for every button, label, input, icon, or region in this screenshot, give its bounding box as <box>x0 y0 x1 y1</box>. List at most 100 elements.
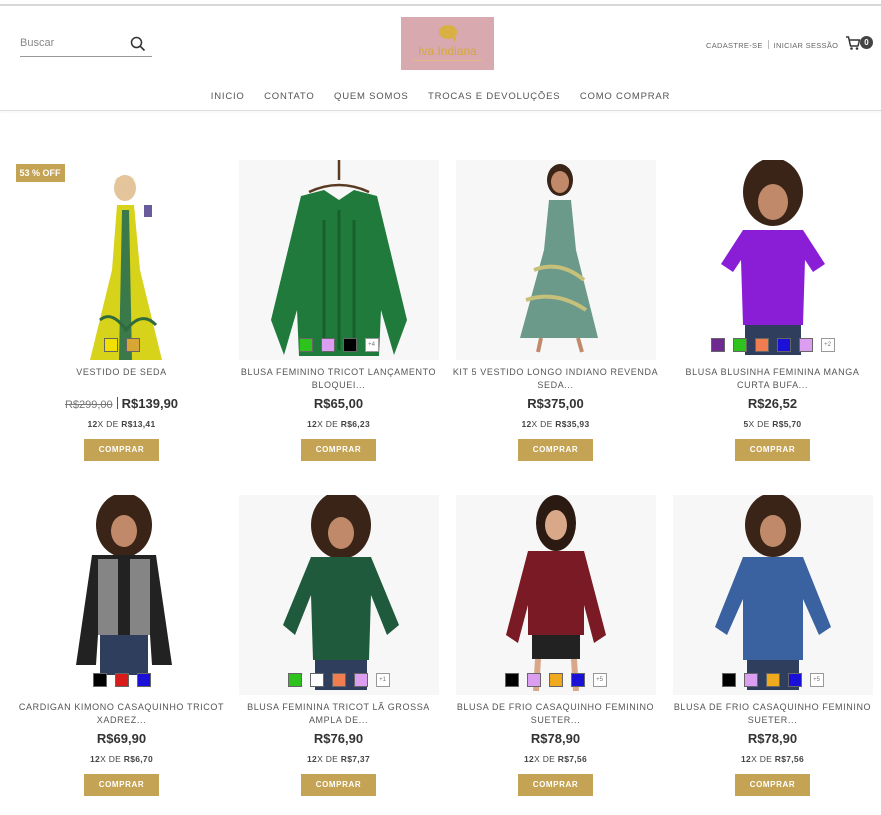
swatch-white[interactable] <box>309 673 324 687</box>
nav-item-quem-somos[interactable]: QUEM SOMOS <box>334 91 409 102</box>
installment-value: R$35,93 <box>555 419 590 429</box>
color-swatches: +4 <box>239 338 439 352</box>
swatch-orange[interactable] <box>548 673 563 687</box>
product-card[interactable]: 53 % OFF VESTIDO DE SEDA R$299,00 R$139,9… <box>13 160 230 461</box>
swatch-yellow[interactable] <box>103 338 118 352</box>
swatch-black[interactable] <box>342 338 357 352</box>
product-image[interactable]: +5 <box>672 495 873 695</box>
product-card[interactable]: +4 BLUSA FEMININO TRICOT LANÇAMENTO BLOQ… <box>230 160 447 461</box>
product-name[interactable]: BLUSA DE FRIO CASAQUINHO FEMININO SUETER… <box>447 701 664 729</box>
nav-item-contato[interactable]: CONTATO <box>264 91 314 102</box>
product-card[interactable]: +5 BLUSA DE FRIO CASAQUINHO FEMININO SUE… <box>664 495 881 796</box>
product-name[interactable]: KIT 5 VESTIDO LONGO INDIANO REVENDA SEDA… <box>447 366 664 394</box>
installments: 12X DE R$6,70 <box>13 754 230 764</box>
installment-count: 12 <box>90 754 101 764</box>
cart-button[interactable]: 0 <box>845 35 875 53</box>
swatch-blue[interactable] <box>776 338 791 352</box>
product-image[interactable]: 53 % OFF <box>15 160 222 360</box>
swatch-lilac[interactable] <box>798 338 813 352</box>
product-photo <box>714 495 831 690</box>
product-photo <box>89 175 162 360</box>
product-card[interactable]: +2 BLUSA BLUSINHA FEMININA MANGA CURTA B… <box>664 160 881 461</box>
product-image[interactable]: +5 <box>455 495 656 695</box>
search-icon[interactable] <box>130 36 146 52</box>
swatch-blue[interactable] <box>787 673 802 687</box>
more-colors[interactable]: +2 <box>820 338 835 352</box>
installment-x: X DE <box>97 419 122 429</box>
search-input[interactable] <box>20 33 120 53</box>
product-photo <box>75 495 172 675</box>
nav-item-inicio[interactable]: INICIO <box>211 91 245 102</box>
buy-button[interactable]: COMPRAR <box>84 439 159 461</box>
product-image[interactable]: +1 <box>238 495 439 695</box>
product-image[interactable]: +4 <box>238 160 439 360</box>
buy-button[interactable]: COMPRAR <box>518 774 593 796</box>
buy-button[interactable]: COMPRAR <box>518 439 593 461</box>
installments: 12X DE R$6,23 <box>230 419 447 429</box>
nav-item-como-comprar[interactable]: COMO COMPRAR <box>580 91 670 102</box>
current-price: R$78,90 <box>747 731 798 746</box>
installment-value: R$6,70 <box>123 754 153 764</box>
color-swatches: +5 <box>673 673 873 687</box>
product-image[interactable] <box>455 160 656 360</box>
buy-button[interactable]: COMPRAR <box>735 439 810 461</box>
swatch-black[interactable] <box>92 673 107 687</box>
more-colors[interactable]: +4 <box>364 338 379 352</box>
swatch-purple[interactable] <box>710 338 725 352</box>
installment-value: R$7,56 <box>557 754 587 764</box>
product-name[interactable]: VESTIDO DE SEDA <box>13 366 230 394</box>
installment-x: X DE <box>317 419 341 429</box>
product-card[interactable]: KIT 5 VESTIDO LONGO INDIANO REVENDA SEDA… <box>447 160 664 461</box>
buy-button[interactable]: COMPRAR <box>301 439 376 461</box>
product-photo <box>282 495 399 690</box>
product-name[interactable]: BLUSA DE FRIO CASAQUINHO FEMININO SUETER… <box>664 701 881 729</box>
product-card[interactable]: +5 BLUSA DE FRIO CASAQUINHO FEMININO SUE… <box>447 495 664 796</box>
swatch-blue[interactable] <box>570 673 585 687</box>
search-box[interactable] <box>20 33 152 57</box>
store-logo[interactable]: Iva Indiana <box>401 17 494 70</box>
swatch-coral[interactable] <box>754 338 769 352</box>
swatch-orange[interactable] <box>765 673 780 687</box>
product-name[interactable]: BLUSA FEMININO TRICOT LANÇAMENTO BLOQUEI… <box>230 366 447 394</box>
buy-button[interactable]: COMPRAR <box>735 774 810 796</box>
swatch-lilac[interactable] <box>353 673 368 687</box>
color-swatches: +2 <box>673 338 873 352</box>
installment-count: 12 <box>741 754 752 764</box>
swatch-green[interactable] <box>287 673 302 687</box>
swatch-lilac[interactable] <box>743 673 758 687</box>
buy-button[interactable]: COMPRAR <box>301 774 376 796</box>
product-name[interactable]: BLUSA BLUSINHA FEMININA MANGA CURTA BUFA… <box>664 366 881 394</box>
product-image[interactable] <box>21 495 222 695</box>
swatch-blue[interactable] <box>136 673 151 687</box>
swatch-red[interactable] <box>114 673 129 687</box>
installment-x: X DE <box>534 754 558 764</box>
more-colors[interactable]: +5 <box>809 673 824 687</box>
swatch-lilac[interactable] <box>320 338 335 352</box>
swatch-gold[interactable] <box>125 338 140 352</box>
product-card[interactable]: CARDIGAN KIMONO CASAQUINHO TRICOT XADREZ… <box>13 495 230 796</box>
more-colors[interactable]: +1 <box>375 673 390 687</box>
swatch-black[interactable] <box>504 673 519 687</box>
register-link[interactable]: CADASTRE-SE <box>706 41 763 50</box>
login-link[interactable]: INICIAR SESSÃO <box>774 41 839 50</box>
product-name[interactable]: BLUSA FEMININA TRICOT LÃ GROSSA AMPLA DE… <box>230 701 447 729</box>
swatch-black[interactable] <box>721 673 736 687</box>
swatch-coral[interactable] <box>331 673 346 687</box>
logo-text: Iva Indiana <box>418 44 477 58</box>
installments: 12X DE R$7,56 <box>447 754 664 764</box>
nav-item-trocas[interactable]: TROCAS E DEVOLUÇÕES <box>428 91 560 102</box>
buy-button[interactable]: COMPRAR <box>84 774 159 796</box>
product-name[interactable]: CARDIGAN KIMONO CASAQUINHO TRICOT XADREZ… <box>13 701 230 729</box>
product-image[interactable]: +2 <box>672 160 873 360</box>
cart-count-badge: 0 <box>860 36 873 49</box>
more-colors[interactable]: +5 <box>592 673 607 687</box>
swatch-green[interactable] <box>732 338 747 352</box>
product-card[interactable]: +1 BLUSA FEMININA TRICOT LÃ GROSSA AMPLA… <box>230 495 447 796</box>
discount-badge: 53 % OFF <box>15 164 65 182</box>
installment-x: X DE <box>748 419 773 429</box>
installment-count: 12 <box>307 419 318 429</box>
installment-value: R$7,37 <box>340 754 370 764</box>
swatch-lilac[interactable] <box>526 673 541 687</box>
swatch-green[interactable] <box>298 338 313 352</box>
installment-x: X DE <box>751 754 775 764</box>
